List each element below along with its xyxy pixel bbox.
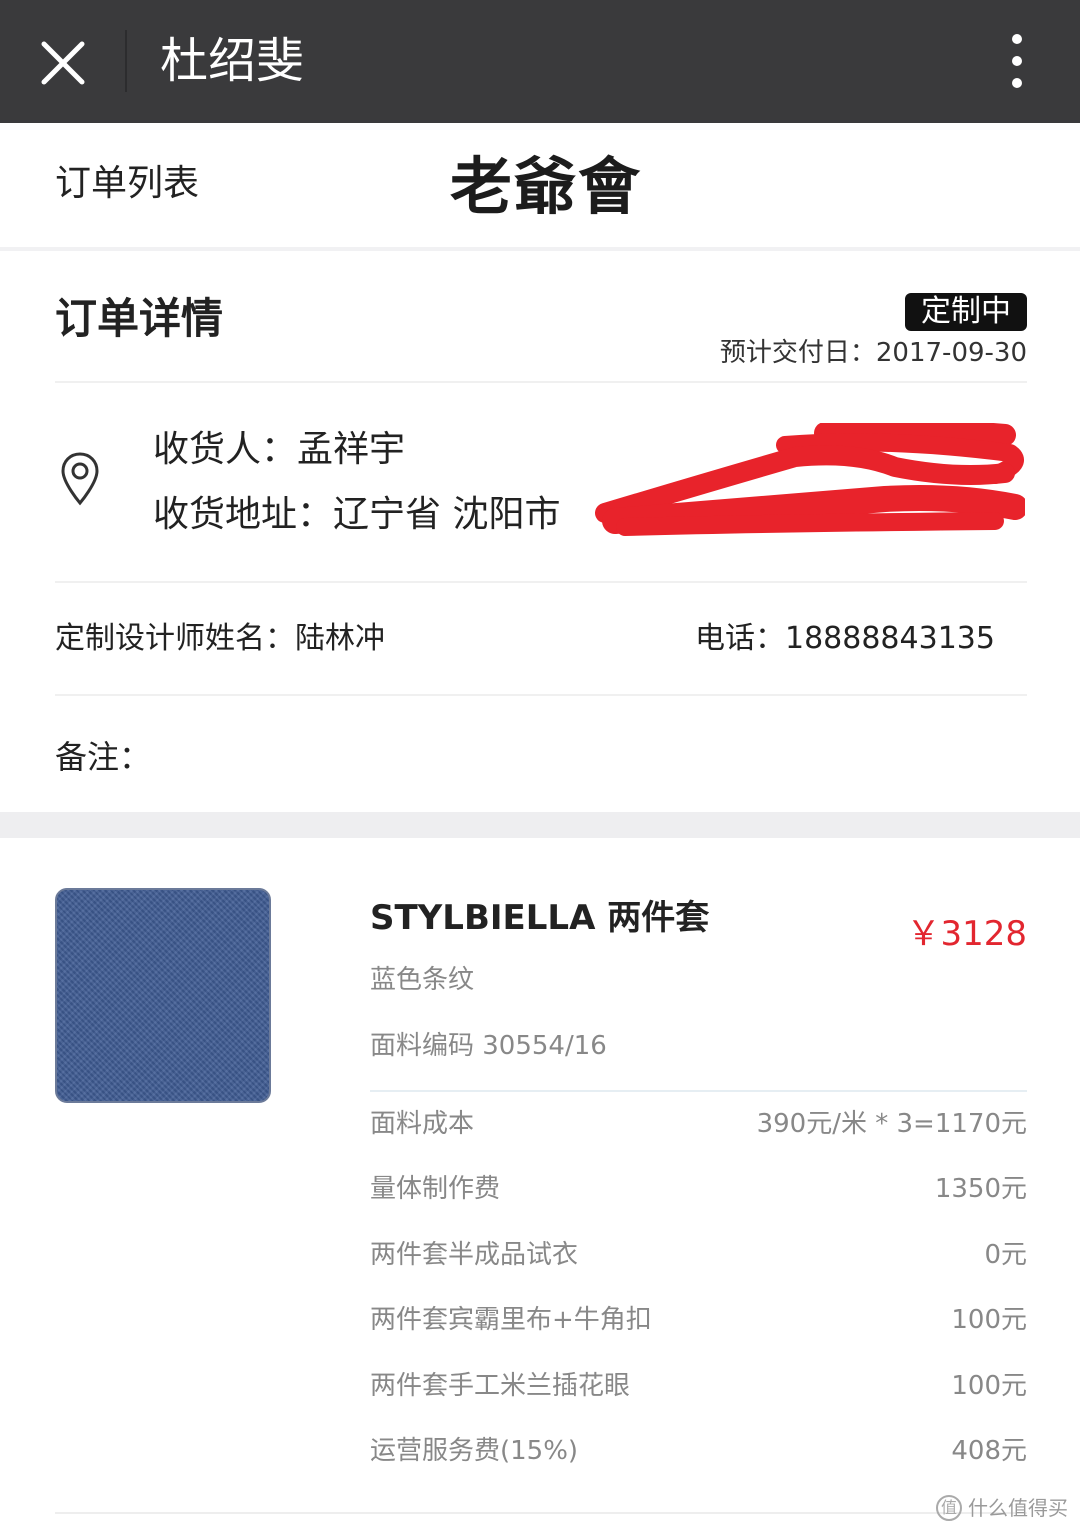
watermark-text: 什么值得买 bbox=[968, 1496, 1068, 1520]
remark-section: 备注： bbox=[55, 698, 1027, 810]
redaction-scribble bbox=[595, 423, 1025, 536]
cost-label: 两件套宾霸里布+牛角扣 bbox=[370, 1305, 652, 1336]
cost-label: 面料成本 bbox=[370, 1109, 475, 1139]
status-badge: 定制中 bbox=[905, 293, 1027, 331]
designer-phone[interactable]: 电话：18888843135 bbox=[695, 619, 995, 659]
cost-row: 两件套半成品试衣 0元 bbox=[370, 1235, 1027, 1300]
title-bar: 杜绍斐 bbox=[0, 0, 1080, 123]
section-title: 订单详情 bbox=[55, 294, 224, 343]
cost-value: 100元 bbox=[951, 1370, 1027, 1401]
cost-value: 408元 bbox=[951, 1435, 1027, 1466]
cost-label: 两件套半成品试衣 bbox=[370, 1239, 579, 1270]
product-divider bbox=[370, 1090, 1027, 1092]
cost-row: 运营服务费(15%) 408元 bbox=[370, 1431, 1027, 1496]
designer-info: 定制设计师姓名：陆林冲 电话：18888843135 bbox=[55, 583, 1027, 696]
fabric-code: 面料编码 30554/16 bbox=[370, 1031, 607, 1061]
title-separator bbox=[125, 30, 127, 92]
cost-row: 面料成本 390元/米 * 3=1170元 bbox=[370, 1104, 1027, 1169]
product-card: STYLBIELLA 两件套 ￥3128 蓝色条纹 面料编码 30554/16 … bbox=[0, 838, 1080, 1531]
product-price: ￥3128 bbox=[906, 914, 1027, 954]
designer-name: 定制设计师姓名：陆林冲 bbox=[55, 621, 385, 656]
cost-breakdown: 面料成本 390元/米 * 3=1170元 量体制作费 1350元 两件套半成品… bbox=[370, 1104, 1027, 1496]
remark-label: 备注： bbox=[55, 738, 152, 776]
cost-label: 量体制作费 bbox=[370, 1174, 501, 1205]
bottom-divider bbox=[55, 1512, 1027, 1514]
cost-row: 两件套手工米兰插花眼 100元 bbox=[370, 1366, 1027, 1431]
order-detail-header: 订单详情 定制中 预计交付日：2017-09-30 bbox=[55, 255, 1027, 383]
cost-value: 100元 bbox=[951, 1305, 1027, 1336]
cost-label: 运营服务费(15%) bbox=[370, 1435, 579, 1466]
cost-row: 量体制作费 1350元 bbox=[370, 1169, 1027, 1234]
cost-row: 两件套宾霸里布+牛角扣 100元 bbox=[370, 1300, 1027, 1365]
fabric-swatch-image bbox=[55, 888, 271, 1103]
section-divider bbox=[0, 812, 1080, 838]
watermark-logo-icon: 值 bbox=[936, 1495, 962, 1521]
delivery-date: 预计交付日：2017-09-30 bbox=[719, 338, 1027, 368]
receiver-address: 收货地址：辽宁省 沈阳市 bbox=[153, 494, 561, 535]
page-header: 订单列表 老爺會 bbox=[0, 123, 1080, 251]
window-title: 杜绍斐 bbox=[160, 33, 305, 89]
cost-value: 1350元 bbox=[934, 1174, 1027, 1205]
brand-logo: 老爺會 bbox=[450, 150, 643, 223]
receiver-name: 收货人：孟祥宇 bbox=[153, 429, 406, 470]
more-vertical-icon[interactable] bbox=[1006, 32, 1028, 90]
shipping-address: 收货人：孟祥宇 收货地址：辽宁省 沈阳市 bbox=[55, 385, 1027, 583]
product-color-desc: 蓝色条纹 bbox=[370, 965, 475, 995]
cost-value: 0元 bbox=[984, 1239, 1027, 1270]
cost-value: 390元/米 * 3=1170元 bbox=[756, 1109, 1027, 1139]
cost-label: 两件套手工米兰插花眼 bbox=[370, 1370, 631, 1401]
product-name: STYLBIELLA 两件套 bbox=[370, 898, 710, 938]
order-list-link[interactable]: 订单列表 bbox=[55, 161, 199, 207]
close-icon[interactable] bbox=[38, 38, 88, 88]
watermark: 值 什么值得买 bbox=[936, 1494, 1068, 1522]
location-pin-icon bbox=[61, 452, 99, 506]
